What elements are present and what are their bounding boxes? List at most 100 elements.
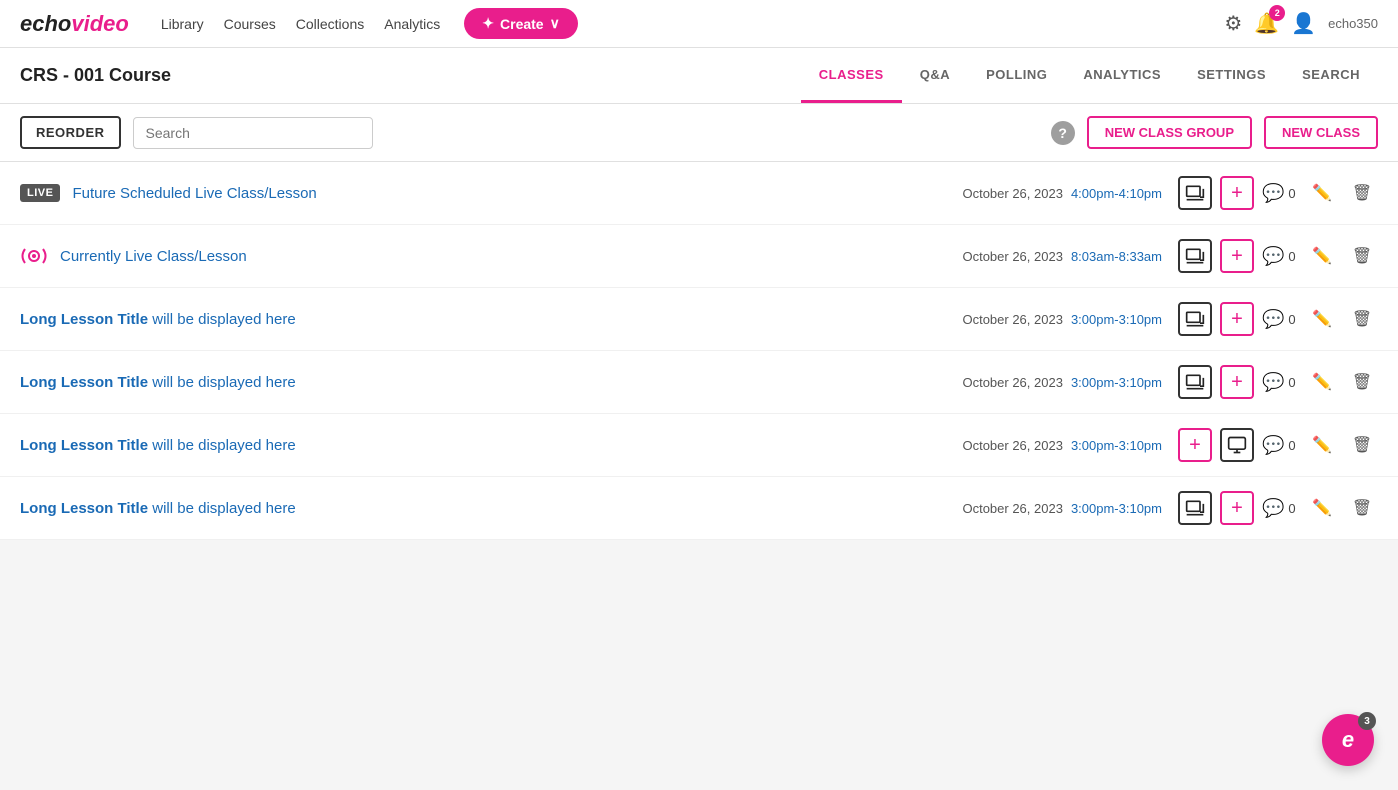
comment-icon: 💬 [1262, 435, 1284, 456]
edit-button[interactable]: ✏️ [1306, 177, 1338, 209]
class-date: October 26, 2023 [962, 249, 1062, 264]
delete-button[interactable]: 🗑 [1346, 366, 1378, 398]
class-actions: + 💬 0 ✏️ 🗑 [1178, 428, 1378, 462]
comment-icon: 💬 [1262, 246, 1284, 267]
add-button[interactable]: + [1220, 239, 1254, 273]
title-highlight: Long Lesson Title [20, 437, 148, 454]
tab-polling[interactable]: POLLING [968, 48, 1065, 103]
class-actions: + 💬 0 ✏️ 🗑 [1178, 239, 1378, 273]
add-button[interactable]: + [1178, 428, 1212, 462]
add-button[interactable]: + [1220, 365, 1254, 399]
class-actions: + 💬 0 ✏️ 🗑 [1178, 365, 1378, 399]
capture-button[interactable] [1178, 491, 1212, 525]
search-input[interactable] [133, 117, 373, 149]
capture-button[interactable] [1178, 239, 1212, 273]
course-header: CRS - 001 Course CLASSES Q&A POLLING ANA… [0, 48, 1398, 104]
new-class-group-button[interactable]: NEW CLASS GROUP [1087, 116, 1252, 149]
delete-button[interactable]: 🗑 [1346, 303, 1378, 335]
class-meta: October 26, 2023 3:00pm-3:10pm [962, 312, 1162, 327]
class-title-link[interactable]: Long Lesson Title will be displayed here [20, 437, 962, 454]
edit-button[interactable]: ✏️ [1306, 366, 1338, 398]
class-row: Long Lesson Title will be displayed here… [0, 477, 1398, 540]
delete-button[interactable]: 🗑 [1346, 492, 1378, 524]
reorder-button[interactable]: REORDER [20, 116, 121, 149]
delete-button[interactable]: 🗑 [1346, 240, 1378, 272]
title-suffix: will be displayed here [148, 374, 296, 391]
edit-button[interactable]: ✏️ [1306, 240, 1338, 272]
user-icon[interactable]: 👤 [1291, 11, 1316, 36]
comment-count: 💬 0 [1262, 372, 1298, 393]
class-title-link[interactable]: Long Lesson Title will be displayed here [20, 374, 962, 391]
class-meta: October 26, 2023 8:03am-8:33am [962, 249, 1162, 264]
title-suffix: will be displayed here [148, 437, 296, 454]
comment-icon: 💬 [1262, 372, 1284, 393]
add-button[interactable]: + [1220, 176, 1254, 210]
comment-count: 💬 0 [1262, 498, 1298, 519]
add-button[interactable]: + [1220, 491, 1254, 525]
create-button[interactable]: ✦ Create ∨ [464, 8, 578, 39]
tab-settings[interactable]: SETTINGS [1179, 48, 1284, 103]
tab-analytics[interactable]: ANALYTICS [1065, 48, 1179, 103]
class-date: October 26, 2023 [962, 186, 1062, 201]
tab-search[interactable]: SEARCH [1284, 48, 1378, 103]
comment-icon: 💬 [1262, 183, 1284, 204]
class-row: Long Lesson Title will be displayed here… [0, 414, 1398, 477]
comment-icon: 💬 [1262, 498, 1284, 519]
screen-button[interactable] [1220, 428, 1254, 462]
edit-button[interactable]: ✏️ [1306, 429, 1338, 461]
class-date: October 26, 2023 [962, 501, 1062, 516]
tab-qa[interactable]: Q&A [902, 48, 968, 103]
comment-icon: 💬 [1262, 309, 1284, 330]
capture-button[interactable] [1178, 365, 1212, 399]
title-suffix: will be displayed here [148, 500, 296, 517]
course-tabs: CLASSES Q&A POLLING ANALYTICS SETTINGS S… [801, 48, 1378, 103]
edit-button[interactable]: ✏️ [1306, 303, 1338, 335]
title-highlight: Long Lesson Title [20, 311, 148, 328]
class-time: 3:00pm-3:10pm [1071, 438, 1162, 453]
comment-number: 0 [1288, 312, 1295, 327]
capture-button[interactable] [1178, 302, 1212, 336]
notifications-icon[interactable]: 🔔 2 [1254, 11, 1279, 36]
delete-button[interactable]: 🗑 [1346, 177, 1378, 209]
edit-button[interactable]: ✏️ [1306, 492, 1338, 524]
nav-courses[interactable]: Courses [224, 16, 276, 32]
create-label: Create [500, 16, 544, 32]
comment-number: 0 [1288, 186, 1295, 201]
class-title-link[interactable]: Currently Live Class/Lesson [60, 248, 962, 265]
logo-echo: echo [20, 11, 71, 37]
help-icon[interactable]: ? [1051, 121, 1075, 145]
class-title-link[interactable]: Long Lesson Title will be displayed here [20, 500, 962, 517]
comment-count: 💬 0 [1262, 309, 1298, 330]
user-label: echo350 [1328, 16, 1378, 31]
nav-links: Library Courses Collections Analytics [161, 16, 440, 32]
nav-analytics[interactable]: Analytics [384, 16, 440, 32]
class-row: Long Lesson Title will be displayed here… [0, 351, 1398, 414]
tab-classes[interactable]: CLASSES [801, 48, 902, 103]
add-button[interactable]: + [1220, 302, 1254, 336]
fab-badge: 3 [1358, 712, 1376, 730]
echo-fab[interactable]: 3 e [1322, 714, 1374, 766]
class-meta: October 26, 2023 4:00pm-4:10pm [962, 186, 1162, 201]
nav-right: ⚙ 🔔 2 👤 echo350 [1224, 11, 1378, 36]
class-title-link[interactable]: Long Lesson Title will be displayed here [20, 311, 962, 328]
comment-number: 0 [1288, 249, 1295, 264]
settings-icon[interactable]: ⚙ [1224, 11, 1242, 36]
nav-library[interactable]: Library [161, 16, 204, 32]
comment-number: 0 [1288, 375, 1295, 390]
capture-button[interactable] [1178, 176, 1212, 210]
create-chevron-icon: ∨ [550, 15, 560, 32]
create-icon: ✦ [482, 15, 494, 32]
class-actions: + 💬 0 ✏️ 🗑 [1178, 176, 1378, 210]
class-actions: + 💬 0 ✏️ 🗑 [1178, 491, 1378, 525]
new-class-button[interactable]: NEW CLASS [1264, 116, 1378, 149]
class-time: 3:00pm-3:10pm [1071, 312, 1162, 327]
class-title-link[interactable]: Future Scheduled Live Class/Lesson [72, 185, 962, 202]
class-meta: October 26, 2023 3:00pm-3:10pm [962, 375, 1162, 390]
nav-collections[interactable]: Collections [296, 16, 364, 32]
comment-count: 💬 0 [1262, 246, 1298, 267]
course-title: CRS - 001 Course [20, 48, 801, 103]
title-highlight: Long Lesson Title [20, 500, 148, 517]
delete-button[interactable]: 🗑 [1346, 429, 1378, 461]
class-row: Long Lesson Title will be displayed here… [0, 288, 1398, 351]
logo[interactable]: echovideo [20, 11, 129, 37]
